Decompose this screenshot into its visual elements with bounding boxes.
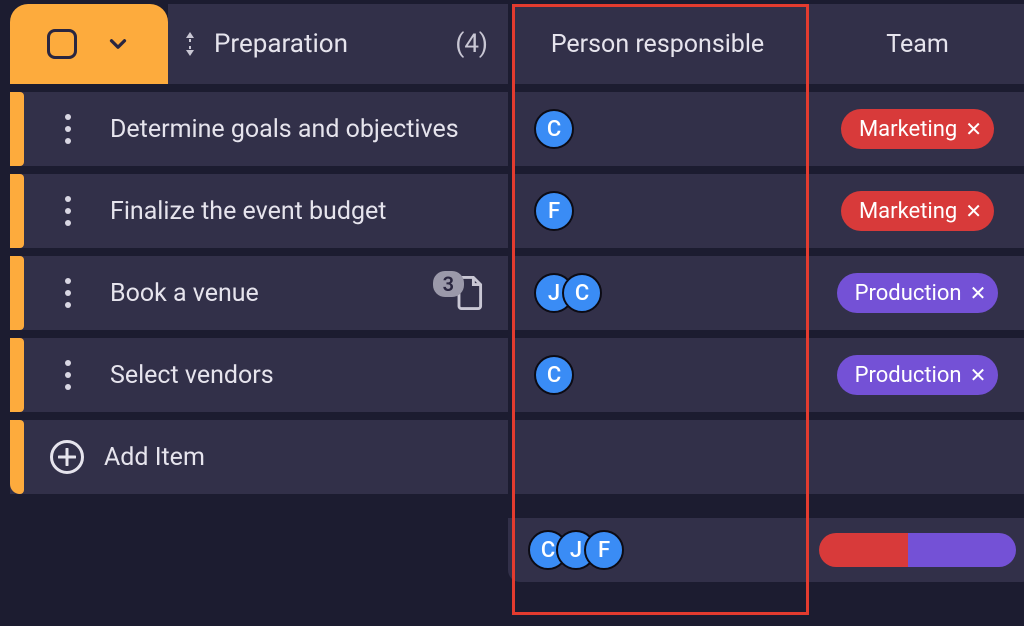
person-cell[interactable]: JC bbox=[514, 256, 801, 330]
item-cell[interactable]: Select vendors bbox=[10, 338, 508, 412]
team-tag[interactable]: Marketing ✕ bbox=[841, 191, 994, 231]
team-tag-label: Marketing bbox=[859, 199, 957, 224]
drag-handle-icon[interactable] bbox=[65, 338, 71, 412]
item-title[interactable]: Finalize the event budget bbox=[110, 197, 508, 226]
add-item-label: Add Item bbox=[104, 443, 508, 472]
person-cell[interactable]: F bbox=[514, 174, 801, 248]
team-tag-label: Production bbox=[855, 363, 962, 388]
item-title[interactable]: Book a venue bbox=[110, 279, 433, 308]
summary-person-cell: CJF bbox=[508, 518, 801, 582]
add-item-row: Add Item bbox=[10, 420, 1024, 494]
item-title[interactable]: Select vendors bbox=[110, 361, 508, 390]
team-bar-segment bbox=[908, 533, 1016, 567]
close-icon[interactable]: ✕ bbox=[970, 363, 987, 387]
attachment-count: 3 bbox=[433, 271, 464, 297]
team-tag-label: Production bbox=[855, 281, 962, 306]
attachment-badge[interactable]: 3 bbox=[433, 275, 486, 311]
close-icon[interactable]: ✕ bbox=[965, 117, 982, 141]
avatar[interactable]: C bbox=[562, 273, 602, 313]
drag-handle-icon[interactable] bbox=[65, 256, 71, 330]
team-distribution-bar bbox=[819, 533, 1016, 567]
group-count: (4) bbox=[455, 29, 488, 59]
team-bar-segment bbox=[819, 533, 908, 567]
group-header: Preparation (4) Person responsible Team bbox=[10, 4, 1024, 84]
avatar[interactable]: C bbox=[534, 355, 574, 395]
close-icon[interactable]: ✕ bbox=[965, 199, 982, 223]
drag-handle-icon[interactable] bbox=[65, 92, 71, 166]
team-tag[interactable]: Marketing ✕ bbox=[841, 109, 994, 149]
item-cell[interactable]: Determine goals and objectives bbox=[10, 92, 508, 166]
team-tag[interactable]: Production ✕ bbox=[837, 273, 999, 313]
add-item-button[interactable]: Add Item bbox=[10, 420, 508, 494]
summary-row: CJF bbox=[10, 518, 1024, 582]
board: Preparation (4) Person responsible Team … bbox=[10, 4, 1024, 582]
column-header-person[interactable]: Person responsible bbox=[514, 4, 801, 84]
avatar[interactable]: F bbox=[534, 191, 574, 231]
table-row: Book a venue3JCProduction✕ bbox=[10, 256, 1024, 330]
person-cell[interactable]: C bbox=[514, 92, 801, 166]
plus-icon bbox=[50, 440, 84, 474]
group-header-controls[interactable] bbox=[10, 4, 168, 84]
item-cell[interactable]: Finalize the event budget bbox=[10, 174, 508, 248]
add-item-person-cell[interactable] bbox=[514, 420, 801, 494]
add-item-team-cell[interactable] bbox=[801, 420, 1024, 494]
team-cell[interactable]: Marketing ✕ bbox=[801, 92, 1024, 166]
select-all-checkbox[interactable] bbox=[47, 29, 77, 59]
table-row: Select vendors C Production ✕ bbox=[10, 338, 1024, 412]
close-icon[interactable]: ✕ bbox=[970, 281, 987, 305]
avatar: F bbox=[584, 530, 624, 570]
team-tag-label: Marketing bbox=[859, 117, 957, 142]
item-cell[interactable]: Book a venue3 bbox=[10, 256, 508, 330]
avatar[interactable]: C bbox=[534, 109, 574, 149]
table-row: Finalize the event budget F Marketing ✕ bbox=[10, 174, 1024, 248]
team-tag[interactable]: Production ✕ bbox=[837, 355, 999, 395]
team-cell[interactable]: Production ✕ bbox=[801, 338, 1024, 412]
team-cell[interactable]: Marketing ✕ bbox=[801, 174, 1024, 248]
item-title[interactable]: Determine goals and objectives bbox=[110, 115, 508, 144]
team-cell[interactable]: Production ✕ bbox=[801, 256, 1024, 330]
summary-team-cell bbox=[801, 518, 1024, 582]
expand-group-icon[interactable] bbox=[105, 31, 131, 57]
drag-handle-icon[interactable] bbox=[65, 174, 71, 248]
group-name[interactable]: Preparation bbox=[214, 29, 441, 59]
person-cell[interactable]: C bbox=[514, 338, 801, 412]
table-row: Determine goals and objectives C Marketing… bbox=[10, 92, 1024, 166]
group-name-cell[interactable]: Preparation (4) bbox=[168, 4, 508, 84]
column-header-team[interactable]: Team bbox=[801, 4, 1024, 84]
collapse-icon[interactable] bbox=[180, 30, 200, 58]
